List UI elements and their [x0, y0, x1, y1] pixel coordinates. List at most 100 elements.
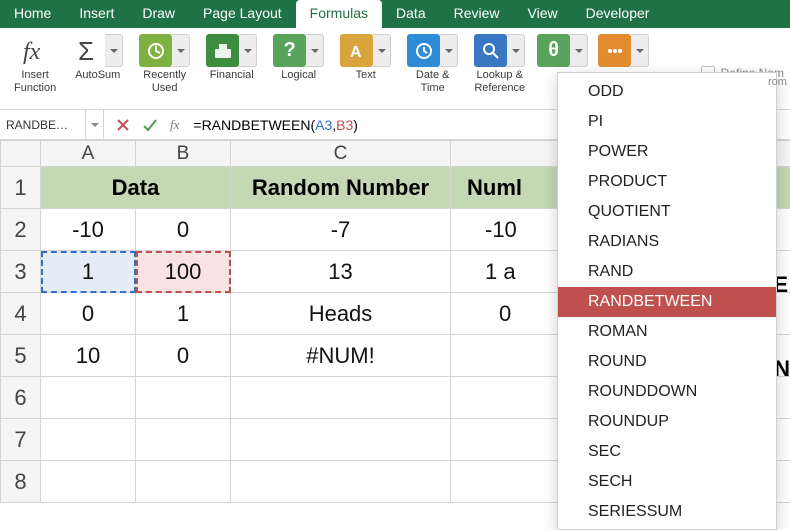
math-trig-dropdown-menu: ODDPIPOWERPRODUCTQUOTIENTRADIANSRANDRAND…	[557, 72, 777, 530]
dropdown-item-power[interactable]: POWER	[558, 137, 776, 167]
tab-data[interactable]: Data	[382, 0, 440, 28]
tab-review[interactable]: Review	[440, 0, 514, 28]
text-caret[interactable]	[373, 34, 391, 67]
svg-text:A: A	[350, 44, 362, 61]
svg-text:fx: fx	[23, 39, 41, 65]
enter-icon[interactable]	[142, 118, 158, 132]
formula-prefix: =RANDBETWEEN(	[193, 117, 315, 133]
financial-label: Financial	[210, 69, 254, 82]
dropdown-item-round[interactable]: ROUND	[558, 347, 776, 377]
row-header-2[interactable]: 2	[1, 209, 41, 251]
recently-used-caret[interactable]	[172, 34, 190, 67]
dropdown-item-sech[interactable]: SECH	[558, 467, 776, 497]
tab-draw[interactable]: Draw	[128, 0, 189, 28]
col-header-a[interactable]: A	[41, 141, 136, 167]
cell-a6[interactable]	[41, 377, 136, 419]
cell-a2[interactable]: -10	[41, 209, 136, 251]
dropdown-item-odd[interactable]: ODD	[558, 77, 776, 107]
cell-b8[interactable]	[136, 461, 231, 503]
tab-view[interactable]: View	[514, 0, 572, 28]
cell-c8[interactable]	[231, 461, 451, 503]
dropdown-item-randbetween[interactable]: RANDBETWEEN	[558, 287, 776, 317]
cell-b7[interactable]	[136, 419, 231, 461]
select-all-corner[interactable]	[1, 141, 41, 167]
cell-random-number-header[interactable]: Random Number	[231, 167, 451, 209]
theta-icon: θ	[537, 34, 570, 67]
svg-text:Σ: Σ	[78, 36, 94, 66]
math-trig-caret[interactable]	[570, 34, 588, 67]
row-header-4[interactable]: 4	[1, 293, 41, 335]
name-box-caret[interactable]	[86, 110, 104, 140]
row-header-8[interactable]: 8	[1, 461, 41, 503]
lookup-reference-caret[interactable]	[507, 34, 525, 67]
row-header-6[interactable]: 6	[1, 377, 41, 419]
col-header-b[interactable]: B	[136, 141, 231, 167]
tab-home[interactable]: Home	[0, 0, 65, 28]
recently-used-icon	[139, 34, 172, 67]
cell-b4[interactable]: 1	[136, 293, 231, 335]
lookup-reference-icon	[474, 34, 507, 67]
text-icon: A	[340, 34, 373, 67]
formula-arg2: B3	[336, 117, 353, 133]
cell-c5[interactable]: #NUM!	[231, 335, 451, 377]
row-header-1[interactable]: 1	[1, 167, 41, 209]
tab-developer[interactable]: Developer	[572, 0, 664, 28]
row-header-3[interactable]: 3	[1, 251, 41, 293]
row-header-5[interactable]: 5	[1, 335, 41, 377]
dropdown-item-quotient[interactable]: QUOTIENT	[558, 197, 776, 227]
ribbon-tabs: Home Insert Draw Page Layout Formulas Da…	[0, 0, 790, 28]
cell-c4[interactable]: Heads	[231, 293, 451, 335]
tab-insert[interactable]: Insert	[65, 0, 128, 28]
name-box[interactable]: RANDBE…	[0, 110, 86, 140]
col-header-c[interactable]: C	[231, 141, 451, 167]
recently-used-button[interactable]: Recently Used	[133, 32, 196, 109]
financial-caret[interactable]	[239, 34, 257, 67]
date-time-caret[interactable]	[440, 34, 458, 67]
logical-button[interactable]: ? Logical	[267, 32, 330, 109]
dropdown-item-radians[interactable]: RADIANS	[558, 227, 776, 257]
cell-a5[interactable]: 10	[41, 335, 136, 377]
autosum-label: AutoSum	[75, 69, 120, 82]
dropdown-item-pi[interactable]: PI	[558, 107, 776, 137]
formula-suffix: )	[353, 117, 358, 133]
financial-button[interactable]: Financial	[200, 32, 263, 109]
cell-b6[interactable]	[136, 377, 231, 419]
ribbon-from-suffix: rom	[768, 76, 787, 88]
date-time-icon	[407, 34, 440, 67]
cell-c3[interactable]: 13	[231, 251, 451, 293]
text-button[interactable]: A Text	[334, 32, 397, 109]
autosum-dropdown-caret[interactable]	[105, 34, 123, 67]
cell-data-header[interactable]: Data	[41, 167, 231, 209]
insert-function-button[interactable]: fx Insert Function	[8, 32, 62, 109]
logical-caret[interactable]	[306, 34, 324, 67]
cell-a8[interactable]	[41, 461, 136, 503]
fx-icon: fx	[19, 34, 52, 67]
cell-a7[interactable]	[41, 419, 136, 461]
tab-formulas[interactable]: Formulas	[296, 0, 382, 28]
cell-b3[interactable]: 100	[136, 251, 231, 293]
dropdown-item-rand[interactable]: RAND	[558, 257, 776, 287]
dropdown-item-seriessum[interactable]: SERIESSUM	[558, 497, 776, 527]
date-time-label: Date & Time	[416, 69, 450, 94]
dropdown-item-roundup[interactable]: ROUNDUP	[558, 407, 776, 437]
dropdown-item-rounddown[interactable]: ROUNDDOWN	[558, 377, 776, 407]
tab-page-layout[interactable]: Page Layout	[189, 0, 296, 28]
cell-c7[interactable]	[231, 419, 451, 461]
cancel-icon[interactable]	[116, 118, 130, 132]
formula-arg1: A3	[315, 117, 332, 133]
cell-c6[interactable]	[231, 377, 451, 419]
dropdown-item-sec[interactable]: SEC	[558, 437, 776, 467]
cell-b5[interactable]: 0	[136, 335, 231, 377]
autosum-button[interactable]: Σ AutoSum	[66, 32, 129, 109]
cell-b2[interactable]: 0	[136, 209, 231, 251]
more-caret[interactable]	[631, 34, 649, 67]
dropdown-item-product[interactable]: PRODUCT	[558, 167, 776, 197]
dropdown-item-roman[interactable]: ROMAN	[558, 317, 776, 347]
fx-label-icon: fx	[170, 117, 179, 133]
cell-a3[interactable]: 1	[41, 251, 136, 293]
date-time-button[interactable]: Date & Time	[401, 32, 464, 109]
lookup-reference-button[interactable]: Lookup & Reference	[468, 32, 531, 109]
cell-a4[interactable]: 0	[41, 293, 136, 335]
cell-c2[interactable]: -7	[231, 209, 451, 251]
row-header-7[interactable]: 7	[1, 419, 41, 461]
